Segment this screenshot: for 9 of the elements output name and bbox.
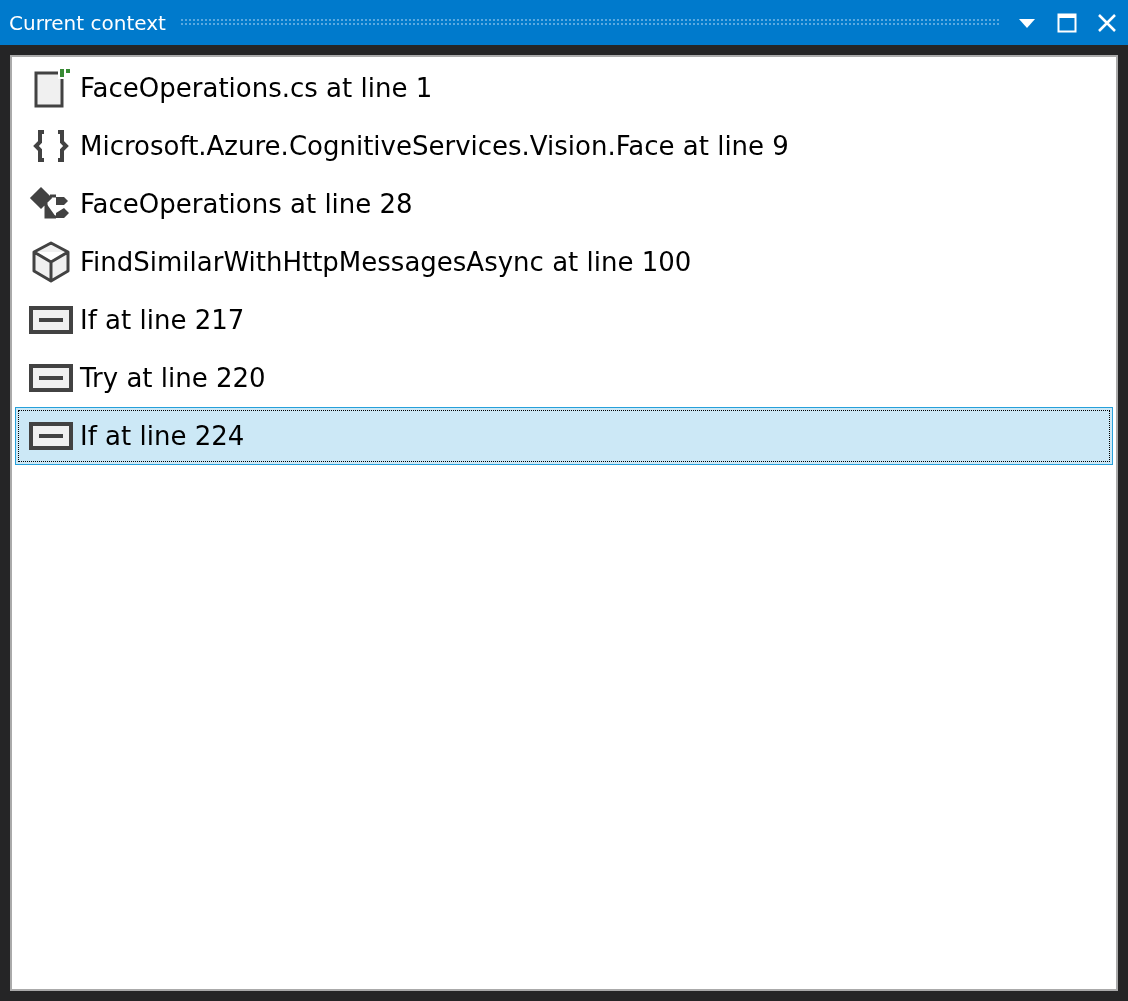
context-item[interactable]: FaceOperations.cs at line 1 (15, 59, 1113, 117)
context-item[interactable]: Microsoft.Azure.CognitiveServices.Vision.Face at line 9 (15, 117, 1113, 175)
panel-title: Current context (9, 9, 166, 37)
caret-icon (1018, 16, 1036, 29)
context-item[interactable]: Try at line 220 (15, 349, 1113, 407)
context-item[interactable]: If at line 217 (15, 291, 1113, 349)
context-item[interactable]: FindSimilarWithHttpMessagesAsync at line 100 (15, 233, 1113, 291)
context-item[interactable]: If at line 224 (15, 407, 1113, 465)
context-item[interactable]: FaceOperations at line 28 (15, 175, 1113, 233)
